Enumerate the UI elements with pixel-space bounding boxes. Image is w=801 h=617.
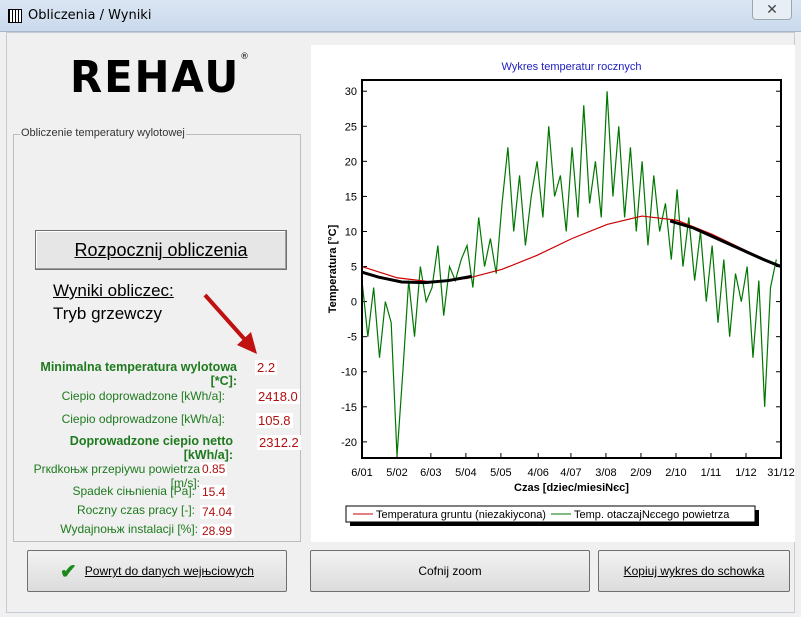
x-tick-label: 6/01	[351, 467, 372, 479]
y-tick-label: -20	[341, 437, 357, 449]
result-label: Roczny czas pracy [-]:	[76, 503, 195, 517]
back-to-input-button[interactable]: ✔ Powrуt do danych wejњciowych	[27, 550, 287, 592]
mode-label: Tryb grzewczy	[53, 304, 162, 323]
y-tick-label: 20	[345, 156, 357, 168]
outlet-temperature-line	[669, 219, 782, 268]
y-tick-label: 15	[345, 191, 357, 203]
x-tick-label: 3/08	[595, 467, 616, 479]
x-tick-label: 4/07	[560, 467, 581, 479]
result-label: Minimalna temperatura wylotowa [*C]:	[40, 360, 237, 388]
result-label: Ciepio doprowadzone [kWh/a]:	[61, 389, 225, 403]
y-axis-label: Temperatura [°C]	[327, 224, 339, 313]
x-axis-label: Czas [dziec/miesiNєc]	[514, 482, 629, 494]
checkmark-icon: ✔	[60, 560, 77, 583]
result-value: 105.8	[256, 413, 293, 428]
results-heading: Wyniki obliczec:	[53, 281, 174, 300]
group-label: Obliczenie temperatury wylotowej	[20, 127, 186, 139]
x-tick-label: 5/05	[490, 467, 511, 479]
result-value: 2.2	[255, 360, 278, 375]
x-tick-label: 2/09	[630, 467, 651, 479]
result-label: Ciepio odprowadzone [kWh/a]:	[61, 412, 225, 426]
result-value: 2418.0	[256, 389, 300, 404]
start-calculation-button[interactable]: Rozpocznij obliczenia	[35, 230, 287, 270]
legend-label: Temp. otaczajNєcego powietrza	[574, 509, 730, 521]
result-label: Spadek ciњnienia [Pa]:	[72, 484, 196, 498]
x-tick-label: 6/03	[420, 467, 441, 479]
x-tick-label: 5/04	[455, 467, 476, 479]
y-tick-label: -10	[341, 367, 357, 379]
y-tick-label: 25	[345, 121, 357, 133]
red-arrow-icon	[203, 293, 257, 354]
result-value: 74.04	[200, 505, 235, 519]
x-tick-label: 5/02	[386, 467, 407, 479]
ground-temperature-line	[361, 215, 782, 283]
y-tick-label: 10	[345, 226, 357, 238]
result-value: 28.99	[200, 524, 235, 538]
chart-title: Wykres temperatur rocznych	[502, 61, 642, 73]
y-tick-label: -15	[341, 402, 357, 414]
x-tick-label: 1/11	[701, 467, 722, 479]
result-label: Doprowadzone ciepio netto [kWh/a]:	[69, 434, 233, 462]
x-tick-label: 4/06	[528, 467, 549, 479]
result-value: 0.85	[200, 462, 228, 476]
rehau-logo: REHAU®	[70, 52, 251, 103]
x-tick-label: 2/10	[665, 467, 686, 479]
x-tick-label: 31/12	[767, 467, 795, 479]
y-tick-label: 5	[351, 262, 357, 274]
copy-chart-button[interactable]: Kopiuj wykres do schowka	[598, 550, 790, 592]
legend-label: Temperatura gruntu (niezakiycona)	[376, 509, 546, 521]
result-label: Wydajnoњж instalacji [%]:	[60, 522, 198, 536]
close-button[interactable]: ✕	[752, 0, 792, 20]
result-value: 15.4	[200, 485, 228, 499]
chart-panel[interactable]: Wykres temperatur rocznych -20 -15 -10 -5 0 5 1…	[311, 45, 795, 542]
window-title: Obliczenia / Wyniki	[28, 8, 152, 23]
app-icon	[8, 9, 22, 23]
y-tick-label: 0	[351, 297, 357, 309]
undo-zoom-button[interactable]: Cofnij zoom	[310, 550, 590, 592]
result-value: 2312.2	[257, 435, 301, 450]
temperature-chart: Wykres temperatur rocznych -20 -15 -10 -5 0 5 1…	[327, 61, 795, 526]
y-tick-label: -5	[347, 332, 357, 344]
plot-frame	[361, 79, 782, 459]
x-tick-label: 1/12	[735, 467, 756, 479]
y-tick-label: 30	[345, 86, 357, 98]
air-temperature-line	[361, 91, 777, 456]
